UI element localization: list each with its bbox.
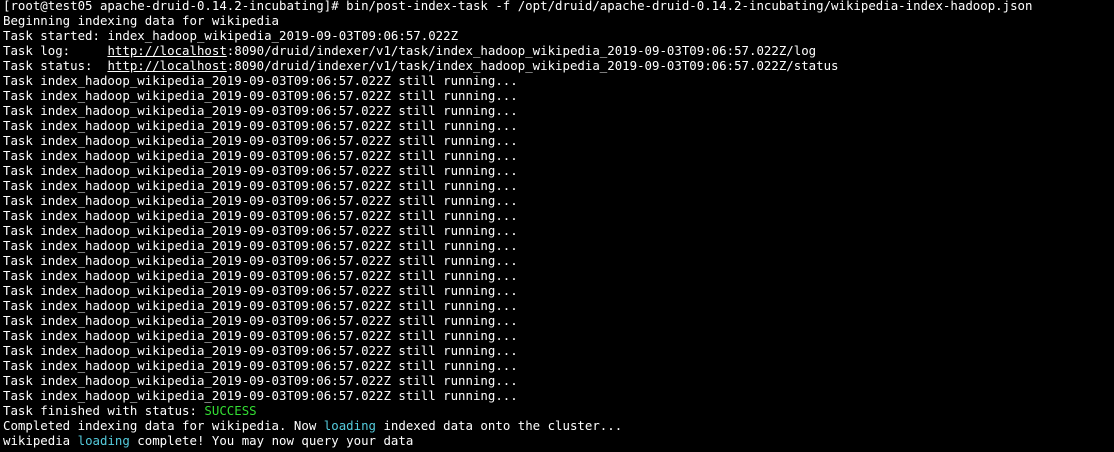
terminal-window[interactable]: [root@test05 apache-druid-0.14.2-incubat…	[0, 0, 1114, 452]
running-line: Task index_hadoop_wikipedia_2019-09-03T0…	[3, 103, 518, 118]
final-line: wikipedia loading complete! You may now …	[3, 433, 1114, 448]
task-status-link[interactable]: http://localhost	[107, 58, 226, 73]
task-log-label: Task log:	[3, 43, 108, 58]
running-line: Task index_hadoop_wikipedia_2019-09-03T0…	[3, 208, 518, 223]
loading-keyword: loading	[323, 418, 376, 433]
running-line: Task index_hadoop_wikipedia_2019-09-03T0…	[3, 373, 518, 388]
task-log-line: Task log: http://localhost:8090/druid/in…	[3, 43, 1114, 58]
running-line: Task index_hadoop_wikipedia_2019-09-03T0…	[3, 253, 518, 268]
running-line: Task index_hadoop_wikipedia_2019-09-03T0…	[3, 283, 518, 298]
task-log-path: :8090/druid/indexer/v1/task/index_hadoop…	[226, 43, 817, 58]
running-line: Task index_hadoop_wikipedia_2019-09-03T0…	[3, 268, 518, 283]
task-status-label: Task status:	[3, 58, 108, 73]
running-line: Task index_hadoop_wikipedia_2019-09-03T0…	[3, 313, 518, 328]
running-line: Task index_hadoop_wikipedia_2019-09-03T0…	[3, 343, 518, 358]
task-status-path: :8090/druid/indexer/v1/task/index_hadoop…	[226, 58, 839, 73]
running-line: Task index_hadoop_wikipedia_2019-09-03T0…	[3, 118, 518, 133]
running-line: Task index_hadoop_wikipedia_2019-09-03T0…	[3, 193, 518, 208]
final-prefix: wikipedia	[3, 433, 78, 448]
running-line: Task index_hadoop_wikipedia_2019-09-03T0…	[3, 163, 518, 178]
beginning-message: Beginning indexing data for wikipedia	[3, 13, 280, 28]
task-log-link[interactable]: http://localhost	[107, 43, 226, 58]
command-prompt-line: [root@test05 apache-druid-0.14.2-incubat…	[3, 0, 1033, 13]
running-line: Task index_hadoop_wikipedia_2019-09-03T0…	[3, 388, 518, 403]
final-suffix: complete! You may now query your data	[129, 433, 414, 448]
running-line: Task index_hadoop_wikipedia_2019-09-03T0…	[3, 133, 518, 148]
running-line: Task index_hadoop_wikipedia_2019-09-03T0…	[3, 298, 518, 313]
loading-keyword: loading	[77, 433, 130, 448]
completed-prefix: Completed indexing data for wikipedia. N…	[3, 418, 324, 433]
task-started-label: Task started:	[3, 28, 108, 43]
task-started-line: Task started: index_hadoop_wikipedia_201…	[3, 28, 1114, 43]
running-line: Task index_hadoop_wikipedia_2019-09-03T0…	[3, 328, 518, 343]
task-started-value: index_hadoop_wikipedia_2019-09-03T09:06:…	[107, 28, 459, 43]
task-finished-line: Task finished with status: SUCCESS	[3, 403, 1114, 418]
running-line: Task index_hadoop_wikipedia_2019-09-03T0…	[3, 178, 518, 193]
running-line: Task index_hadoop_wikipedia_2019-09-03T0…	[3, 238, 518, 253]
running-line: Task index_hadoop_wikipedia_2019-09-03T0…	[3, 73, 518, 88]
running-line: Task index_hadoop_wikipedia_2019-09-03T0…	[3, 223, 518, 238]
task-status-line: Task status: http://localhost:8090/druid…	[3, 58, 1114, 73]
running-line: Task index_hadoop_wikipedia_2019-09-03T0…	[3, 148, 518, 163]
completed-line: Completed indexing data for wikipedia. N…	[3, 418, 1114, 433]
running-line: Task index_hadoop_wikipedia_2019-09-03T0…	[3, 358, 518, 373]
completed-suffix: indexed data onto the cluster...	[376, 418, 623, 433]
success-status: SUCCESS	[204, 403, 257, 418]
running-line: Task index_hadoop_wikipedia_2019-09-03T0…	[3, 88, 518, 103]
task-finished-label: Task finished with status:	[3, 403, 205, 418]
